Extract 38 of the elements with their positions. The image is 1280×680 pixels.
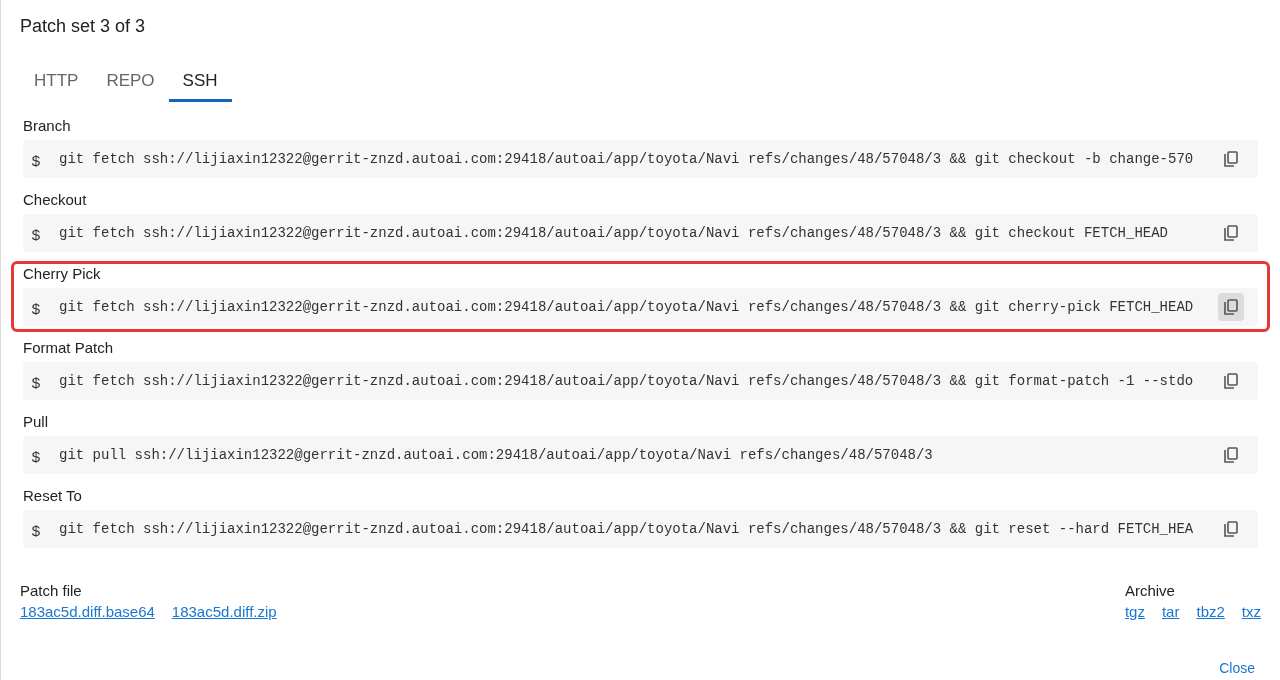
archive-link[interactable]: txz [1241, 601, 1261, 624]
command-label: Branch [23, 116, 72, 136]
prompt-symbol: $ [30, 298, 42, 319]
tab[interactable]: HTTP [20, 62, 93, 102]
copy-icon [1224, 521, 1238, 537]
prompt-symbol: $ [30, 372, 42, 393]
command-label: Pull [23, 412, 49, 432]
archive-link[interactable]: tgz [1124, 601, 1145, 624]
command-label: Cherry Pick [23, 264, 102, 284]
copy-icon [1224, 225, 1238, 241]
tab[interactable]: REPO [92, 62, 169, 102]
copy-icon [1224, 299, 1238, 315]
copy-icon [1224, 151, 1238, 167]
prompt-symbol: $ [30, 224, 42, 245]
copy-icon [1224, 373, 1238, 389]
archive-link[interactable]: tar [1161, 601, 1180, 624]
command-text: git fetch ssh://lijiaxin12322@gerrit-znzd.autoai.com:29418/autoai/app/toyota/Navi refs/changes/48/57048/3 && git reset --hard FETCH_HEA [59, 519, 1195, 539]
section-label: Patch file [20, 581, 83, 601]
archive-link[interactable]: tbz2 [1196, 601, 1225, 624]
prompt-symbol: $ [30, 520, 42, 541]
dialog-title: Patch set 3 of 3 [20, 15, 147, 38]
command-label: Format Patch [23, 338, 115, 358]
prompt-symbol: $ [30, 446, 42, 467]
copy-button[interactable] [1218, 293, 1244, 321]
close-button[interactable]: Close [1213, 653, 1261, 680]
download-link[interactable]: 183ac5d.diff.base64 [20, 601, 155, 624]
command-text: git pull ssh://lijiaxin12322@gerrit-znzd.autoai.com:29418/autoai/app/toyota/Navi refs/changes/48/57048/3 [59, 445, 934, 465]
command-label: Reset To [23, 486, 83, 506]
prompt-symbol: $ [30, 150, 42, 171]
copy-icon [1224, 447, 1238, 463]
section-label: Archive [1124, 581, 1176, 601]
tab[interactable]: SSH [168, 62, 232, 102]
command-label: Checkout [23, 190, 88, 210]
command-text: git fetch ssh://lijiaxin12322@gerrit-znzd.autoai.com:29418/autoai/app/toyota/Navi refs/changes/48/57048/3 && git checkout -b change-570 [59, 149, 1195, 169]
command-text: git fetch ssh://lijiaxin12322@gerrit-znzd.autoai.com:29418/autoai/app/toyota/Navi refs/changes/48/57048/3 && git checkout FETCH_HEAD [59, 223, 1169, 243]
command-text: git fetch ssh://lijiaxin12322@gerrit-znzd.autoai.com:29418/autoai/app/toyota/Navi refs/changes/48/57048/3 && git cherry-pick FETCH_HEAD [59, 297, 1195, 317]
download-link[interactable]: 183ac5d.diff.zip [171, 601, 277, 624]
command-text: git fetch ssh://lijiaxin12322@gerrit-znzd.autoai.com:29418/autoai/app/toyota/Navi refs/changes/48/57048/3 && git format-patch -1 --stdo [59, 371, 1195, 391]
